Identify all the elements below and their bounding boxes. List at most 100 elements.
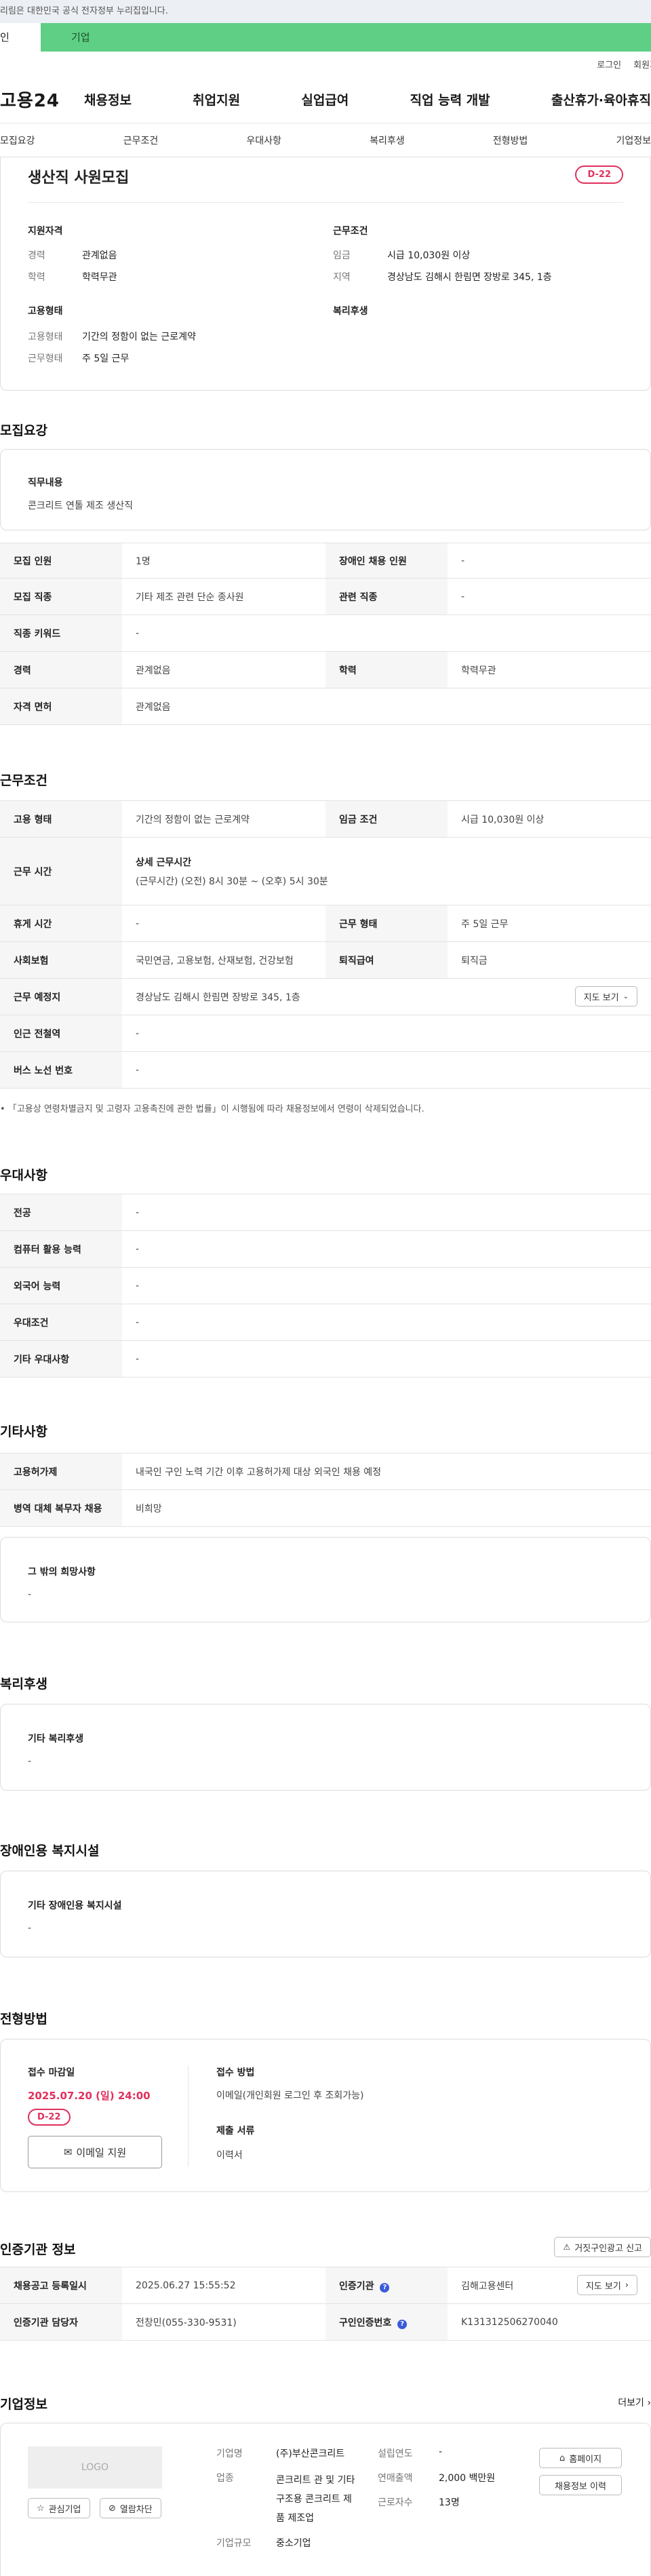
job-title: 생산직 사원모집 [28,170,130,187]
table-row: 휴게 시간 - 근무 형태 주 5일 근무 [0,905,651,942]
help-icon[interactable]: ? [380,2282,390,2292]
help-icon[interactable]: ? [397,2319,408,2329]
keyword-value: - [122,614,651,652]
siren-icon: ⚠ [563,2242,571,2252]
method-value: 이메일(개인회원 로그인 후 조회가능) [216,2090,364,2101]
chevron-right-icon: › [647,2398,651,2408]
gnb-item-unemployment-benefit[interactable]: 실업급여 [301,90,349,109]
sales-value: 2,000 백만원 [439,2473,496,2484]
other-pref-label: 기타 우대사항 [0,1340,122,1378]
career-req-value: 관계없음 [122,651,326,688]
disabled-facility-section-title: 장애인용 복지시설 [0,1843,100,1858]
table-row: 우대조건 - [0,1304,651,1341]
industry-value: 콘크리트 관 및 기타 구조용 콘크리트 제품 제조업 [276,2475,355,2524]
table-row: 경력 관계없음 학력 학력무관 [0,651,651,688]
recruit-count-label: 모집 인원 [0,543,122,579]
disabled-facility-box: 기타 장애인용 복지시설 - [0,1871,651,1957]
subnav-company[interactable]: 기업정보 [616,134,651,147]
table-row: 병역 대체 복무자 채용 비희망 [0,1489,651,1527]
severance-value: 퇴직금 [448,941,651,979]
cert-number-label: 구인인증번호 [339,2317,392,2328]
login-link[interactable]: 로그인 [597,58,621,71]
career-value: 관계없음 [82,250,117,261]
military-service-label: 병역 대체 복무자 채용 [0,1489,122,1527]
work-place-value: 경상남도 김해시 한림면 장방로 345, 1층 [136,992,300,1003]
etc-section-title: 기타사항 [0,1424,47,1439]
subnav-conditions[interactable]: 근무조건 [123,134,159,147]
subnav-welfare[interactable]: 복리후생 [370,134,405,147]
subnav-apply[interactable]: 전형방법 [493,134,528,147]
table-row: 컴퓨터 활용 능력 - [0,1230,651,1268]
agency-map-button[interactable]: 지도 보기 › [576,2275,637,2295]
education-label: 학력 [28,272,45,283]
job-description-value: 콘크리트 연톨 제조 생산직 [28,501,134,511]
keyword-label: 직종 키워드 [0,614,122,652]
cert-table: 채용공고 등록일시 2025.06.27 15:55:52 인증기관 ? 김해고… [0,2267,651,2341]
military-service-value: 비희망 [122,1489,651,1527]
region-value: 경상남도 김해시 한림면 장방로 345, 1층 [387,272,552,283]
gnb-item-parental-leave[interactable]: 출산휴가·육아휴직 [551,90,651,109]
major-value: - [122,1194,651,1231]
job-history-button[interactable]: 채용정보 이력 [539,2475,622,2495]
staff-label: 근로자수 [378,2497,413,2508]
subnav-recruit[interactable]: 모집요강 [0,134,35,147]
insurance-value: 국민연금, 고용보험, 산재보험, 건강보험 [122,941,326,979]
recruit-section-title: 모집요강 [0,423,47,438]
job-description-label: 직무내용 [28,477,63,488]
related-occupation-label: 관련 직종 [326,578,448,615]
company-box: LOGO ☆ 관심기업 ⊘ 열람차단 기업명 (주)부산콘크리트 업종 콘크리트… [0,2423,651,2576]
work-hours-label: 근무 시간 [0,837,122,905]
tab-personal[interactable]: 인 [0,23,41,52]
agency-map-label: 지도 보기 [585,2281,621,2292]
rest-time-label: 휴게 시간 [0,905,122,942]
map-view-button[interactable]: 지도 보기 ⌄ [574,986,637,1007]
block-view-label: 열람차단 [119,2504,153,2515]
table-row: 고용허가제 내국인 구인 노력 기간 이후 고용허가제 대상 외국인 채용 예정 [0,1453,651,1490]
recruit-table: 모집 인원 1명 장애인 채용 인원 - 모집 직종 기타 제조 관련 단순 종… [0,543,651,725]
cert-section-title: 인증기관 정보 [0,2242,76,2257]
email-apply-button[interactable]: ✉ 이메일 지원 [28,2136,162,2168]
interest-company-button[interactable]: ☆ 관심기업 [28,2498,90,2518]
preference-table: 전공 - 컴퓨터 활용 능력 - 외국어 능력 - 우대조건 - 기타 우대사항 - [0,1194,651,1378]
other-requests-value: - [28,1589,32,1600]
gnb-item-employment-support[interactable]: 취업지원 [193,90,240,109]
homepage-button[interactable]: ⌂ 홈페이지 [539,2448,622,2468]
company-more-link[interactable]: 더보기 › [618,2396,651,2409]
career-req-label: 경력 [0,651,122,688]
map-view-button-label: 지도 보기 [583,992,619,1003]
major-label: 전공 [0,1194,122,1231]
bus-label: 버스 노선 번호 [0,1051,122,1089]
work-place-label: 근무 예정지 [0,978,122,1015]
subway-label: 인근 전철역 [0,1015,122,1052]
career-label: 경력 [28,250,45,261]
preference-section-title: 우대사항 [0,1168,47,1183]
occupation-label: 모집 직종 [0,578,122,615]
table-row: 인증기관 담당자 전창민(055-330-9531) 구인인증번호 ? K131… [0,2303,651,2341]
documents-value: 이력서 [216,2150,243,2161]
site-logo[interactable]: 고용24 [0,87,75,112]
work-form-cond-label: 근무 형태 [326,905,448,942]
etc-table: 고용허가제 내국인 구인 노력 기간 이후 고용허가제 대상 외국인 채용 예정 … [0,1453,651,1527]
table-row: 근무 예정지 경상남도 김해시 한림면 장방로 345, 1층 지도 보기 ⌄ [0,978,651,1015]
gnb-item-skill-development[interactable]: 직업 능력 개발 [410,90,490,109]
gnb-item-jobs[interactable]: 채용정보 [84,90,132,109]
job-history-label: 채용정보 이력 [555,2481,606,2492]
manager-value: 전창민(055-330-9531) [122,2303,326,2341]
subway-value: - [122,1015,651,1052]
conditions-table: 고용 형태 기간의 정함이 없는 근로계약 임금 조건 시급 10,030원 이… [0,800,651,1089]
language-label: 외국어 능력 [0,1267,122,1304]
license-value: 관계없음 [122,688,651,725]
age-discrimination-note: • 「고용상 연령차별금지 및 고령자 고용촉진에 관한 법률」이 시행됨에 따… [0,1101,425,1114]
signup-link[interactable]: 회원가 [633,58,651,71]
wage-label: 임금 [333,250,351,261]
false-ad-report-button[interactable]: ⚠ 거짓구인광고 신고 [554,2237,651,2257]
member-tabbar: 인 기업 [0,23,651,52]
tab-corporate[interactable]: 기업 [41,23,651,52]
block-view-button[interactable]: ⊘ 열람차단 [100,2498,161,2518]
company-more-label: 더보기 [618,2398,644,2408]
industry-label: 업종 [216,2473,234,2484]
subnav-preference[interactable]: 우대사항 [246,134,281,147]
homepage-label: 홈페이지 [569,2454,602,2465]
table-row: 인근 전철역 - [0,1015,651,1052]
star-icon: ☆ [37,2503,45,2514]
